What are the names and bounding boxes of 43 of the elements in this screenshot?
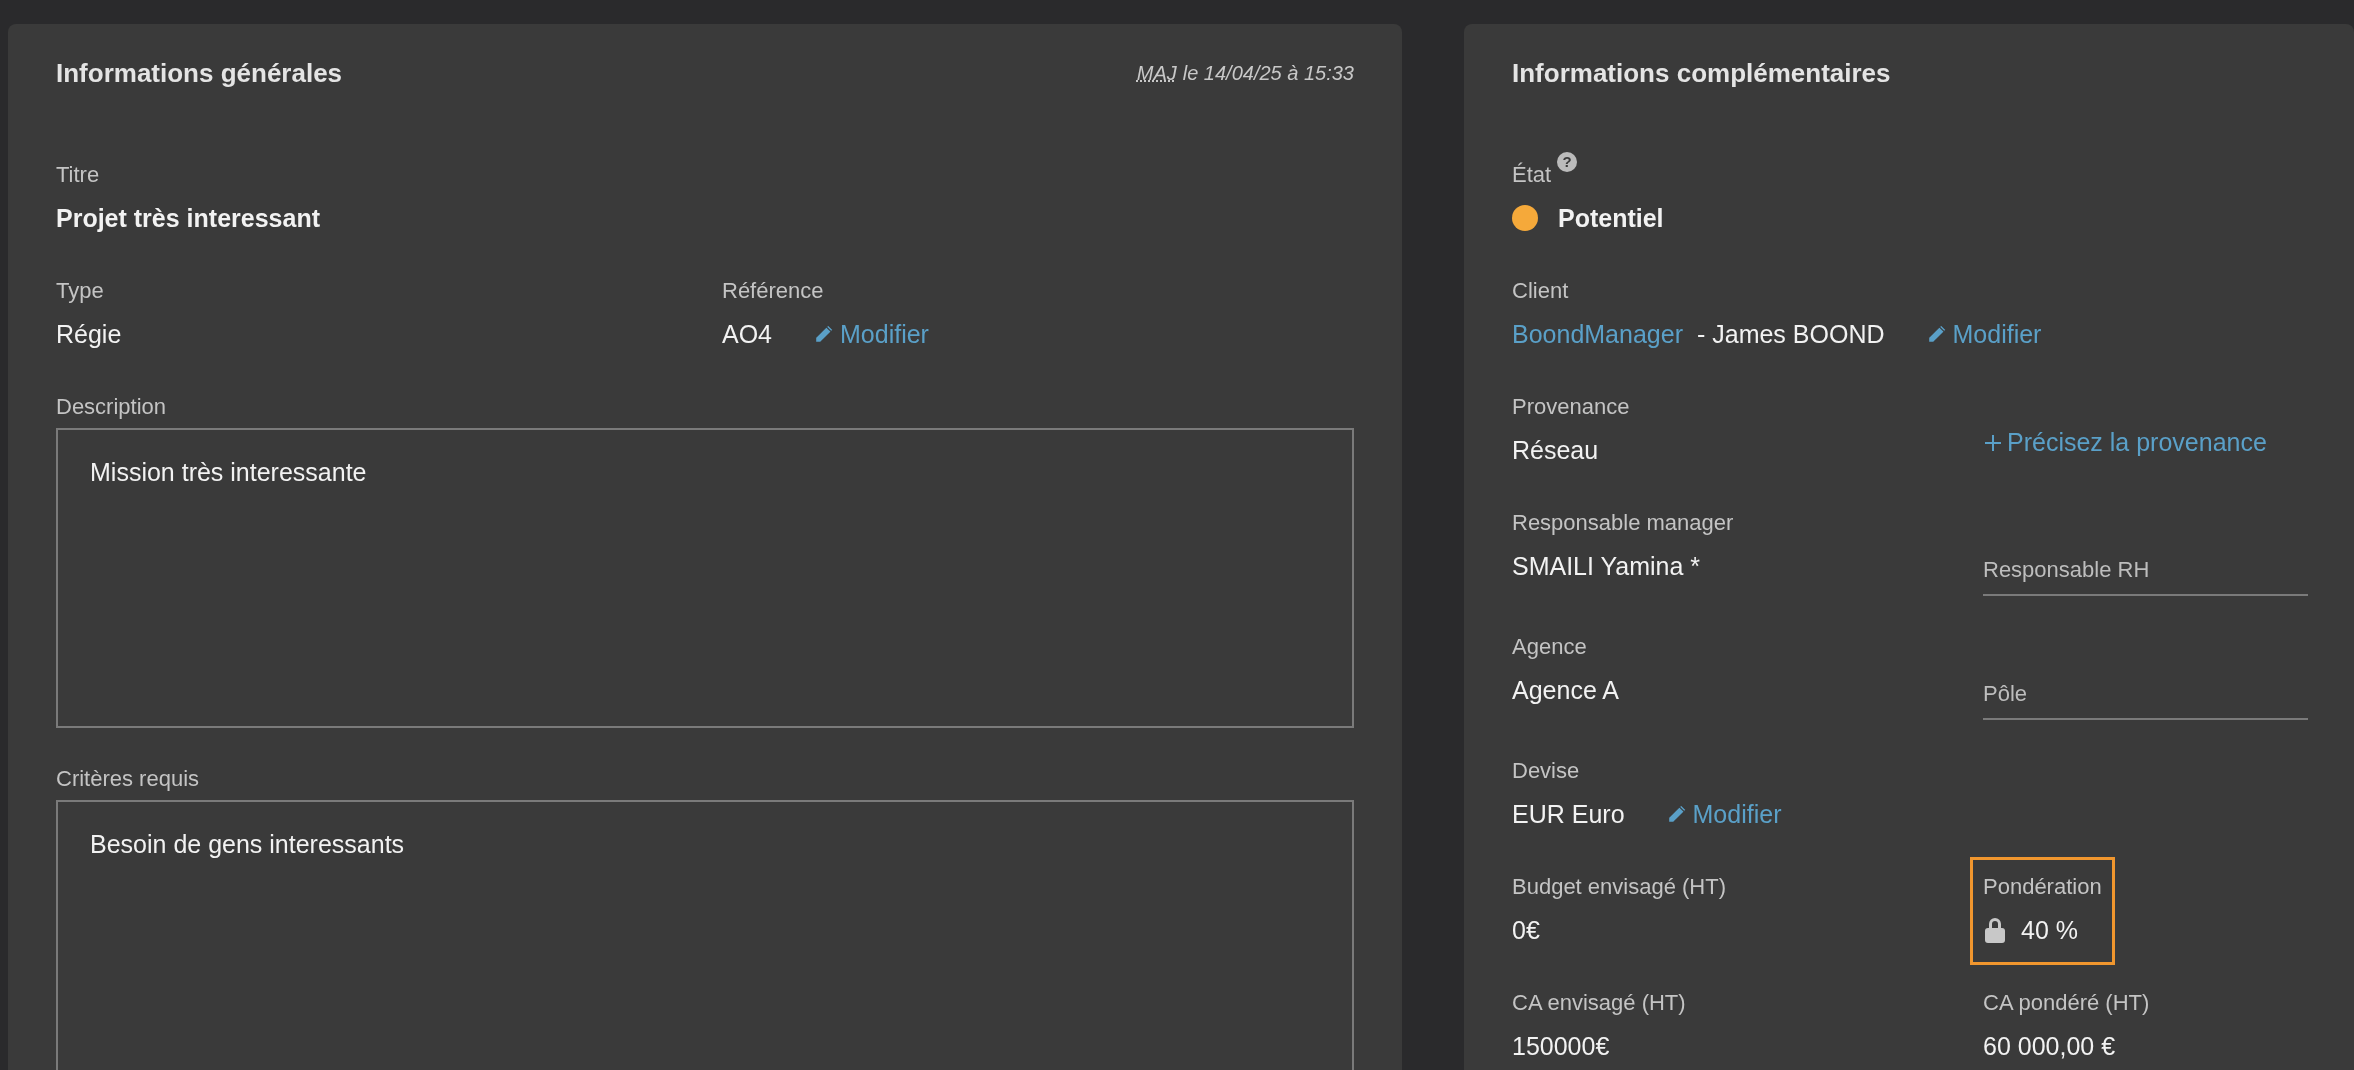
field-label: Référence — [722, 277, 824, 305]
text-area[interactable]: Mission très interessante — [56, 428, 1354, 728]
field-value: 0€ — [1512, 915, 1540, 945]
edit-link[interactable]: Modifier — [812, 319, 929, 349]
edit-link[interactable]: Modifier — [1664, 799, 1782, 829]
field-value: 40 % — [2021, 915, 2078, 945]
field-label: Budget envisagé (HT) — [1512, 873, 1726, 901]
text-area[interactable]: Besoin de gens interessants — [56, 800, 1354, 1070]
add-link[interactable]: Précisez la provenance — [1983, 428, 2267, 457]
field-value: EUR Euro — [1512, 799, 1625, 829]
field-label: Responsable manager — [1512, 509, 1734, 537]
field-label: Client — [1512, 277, 1569, 305]
select-field[interactable]: Pôle — [1983, 668, 2308, 720]
field-label: Devise — [1512, 757, 1580, 785]
field-value: Potentiel — [1558, 203, 1664, 233]
field-value: AO4 — [722, 319, 773, 349]
field-label: Agence — [1512, 633, 1587, 661]
field-value: Régie — [56, 319, 122, 349]
field-value: Agence A — [1512, 675, 1620, 705]
field-value: Réseau — [1512, 435, 1599, 465]
plus-icon — [1983, 432, 2003, 453]
field-label: CA pondéré (HT) — [1983, 989, 2150, 1017]
field-value: 60 000,00 € — [1983, 1031, 2116, 1061]
field-label: État — [1512, 161, 1552, 189]
help-icon[interactable]: ? — [1557, 152, 1578, 172]
field-label: Critères requis — [56, 765, 200, 793]
client-link[interactable]: BoondManager — [1512, 319, 1683, 349]
update-date: le 14/04/25 à 15:33 — [1182, 61, 1354, 85]
panel-title: Informations générales — [56, 57, 343, 89]
field-value: 150000€ — [1512, 1031, 1610, 1061]
abbreviation: MAJ — [1136, 61, 1177, 85]
field-label: Provenance — [1512, 393, 1630, 421]
field-label: Type — [56, 277, 104, 305]
select-field[interactable]: Responsable RH — [1983, 544, 2308, 596]
edit-link[interactable]: Modifier — [1924, 319, 2042, 349]
field-label: Description — [56, 393, 167, 421]
panel-title: Informations complémentaires — [1512, 57, 1891, 89]
field-label: CA envisagé (HT) — [1512, 989, 1686, 1017]
field-value: Projet très interessant — [56, 203, 320, 233]
field-value: - James BOOND — [1696, 319, 1885, 349]
field-value: SMAILI Yamina * — [1512, 551, 1701, 581]
field-label: Titre — [56, 161, 100, 189]
field-label: Pondération — [1983, 873, 2102, 901]
